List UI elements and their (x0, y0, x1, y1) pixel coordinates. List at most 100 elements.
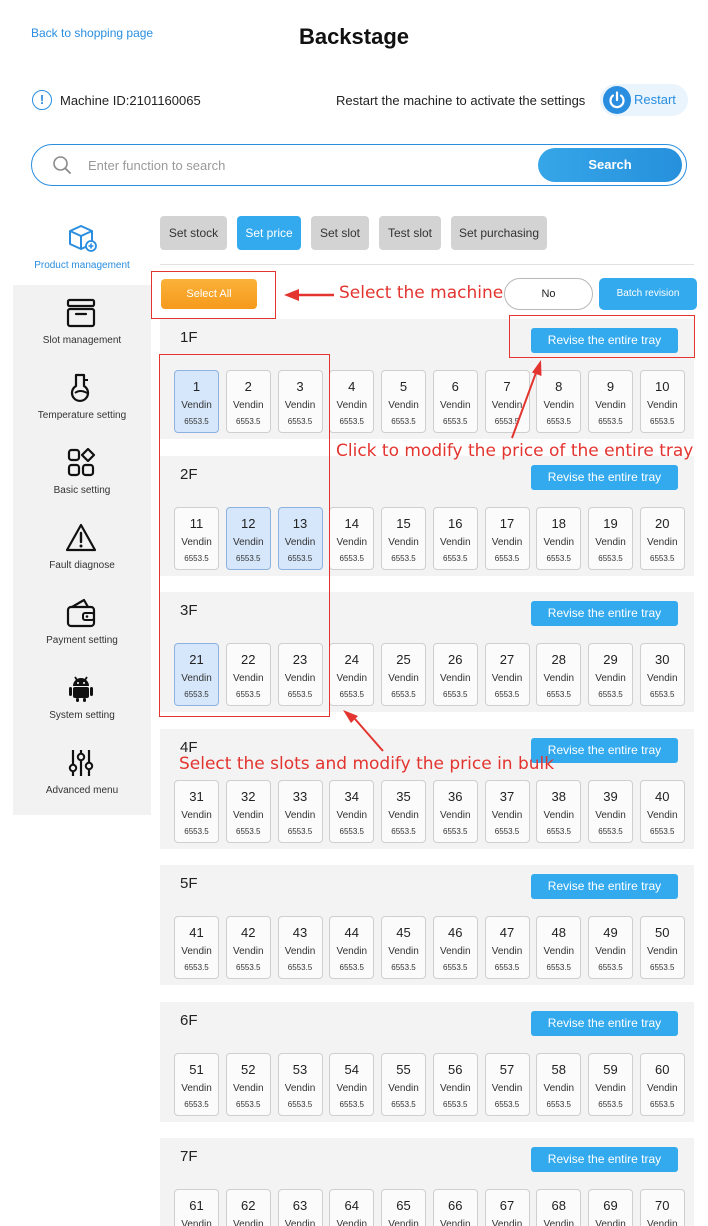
tab-set-price[interactable]: Set price (237, 216, 301, 250)
slot-card[interactable]: 64Vendin6553.5 (329, 1189, 375, 1226)
tray-label: 5F (180, 875, 198, 892)
slot-card[interactable]: 27 Vendin 6553.5 (484, 643, 530, 706)
search-button[interactable]: Search (538, 148, 682, 182)
slot-number: 14 (344, 515, 359, 531)
android-icon (64, 672, 98, 704)
slot-card[interactable]: 4 Vendin 6553.5 (329, 370, 375, 433)
search-input[interactable] (88, 154, 528, 176)
slot-card[interactable]: 63Vendin6553.5 (277, 1189, 323, 1226)
tab-test-slot[interactable]: Test slot (379, 216, 441, 250)
slot-price: 6553.5 (391, 963, 416, 972)
slot-card[interactable]: 56 Vendin 6553.5 (432, 1052, 478, 1116)
slot-price: 6553.5 (650, 553, 675, 563)
tab-set-stock[interactable]: Set stock (160, 216, 227, 250)
slot-card[interactable]: 35 Vendin 6553.5 (381, 779, 426, 843)
slot-price: 6553.5 (494, 826, 520, 836)
slot-card[interactable]: 7 Vendin 6553.5 (484, 370, 530, 433)
tab-set-purchasing[interactable]: Set purchasing (451, 216, 547, 250)
sidebar: Product management Slot management Tempe… (13, 210, 151, 815)
slot-card[interactable]: 20 Vendin 6553.5 (639, 506, 685, 570)
revise-entire-tray-button[interactable]: Revise the entire tray (531, 601, 678, 626)
slot-card[interactable]: 16 Vendin 6553.5 (432, 506, 478, 570)
slot-card[interactable]: 19 Vendin 6553.5 (588, 506, 633, 570)
slot-card[interactable]: 25 Vendin 6553.5 (381, 643, 426, 706)
slot-card[interactable]: 8 Vendin 6553.5 (536, 370, 582, 433)
slot-card[interactable]: 65Vendin6553.5 (381, 1189, 426, 1226)
slot-price: 6553.5 (391, 826, 416, 836)
slot-card[interactable]: 67Vendin6553.5 (484, 1189, 530, 1226)
slot-card[interactable]: 33 Vendin 6553.5 (277, 779, 323, 843)
slot-card[interactable]: 17 Vendin 6553.5 (484, 506, 530, 570)
sidebar-item-payment-setting[interactable]: Payment setting (13, 585, 151, 660)
slot-card[interactable]: 48 Vendin 6553.5 (536, 916, 582, 979)
sidebar-item-advanced-menu[interactable]: Advanced menu (13, 735, 151, 810)
revise-entire-tray-button[interactable]: Revise the entire tray (531, 464, 678, 490)
slot-card[interactable]: 62Vendin6553.5 (225, 1189, 271, 1226)
slot-card[interactable]: 50 Vendin 6553.5 (639, 916, 685, 979)
slot-card[interactable]: 31 Vendin 6553.5 (174, 779, 219, 843)
slot-card[interactable]: 39 Vendin 6553.5 (588, 779, 633, 843)
sidebar-item-product-management[interactable]: Product management (13, 210, 151, 285)
slot-card[interactable]: 54 Vendin 6553.5 (329, 1052, 375, 1116)
slot-card[interactable]: 26 Vendin 6553.5 (432, 643, 478, 706)
slot-card[interactable]: 70Vendin6553.5 (639, 1189, 685, 1226)
slot-card[interactable]: 49 Vendin 6553.5 (588, 916, 633, 979)
sidebar-item-temperature-setting[interactable]: Temperature setting (13, 360, 151, 435)
slot-card[interactable]: 28 Vendin 6553.5 (536, 643, 582, 706)
slot-card[interactable]: 10 Vendin 6553.5 (639, 370, 685, 433)
slot-card[interactable]: 68Vendin6553.5 (536, 1189, 582, 1226)
batch-revision-button[interactable]: Batch revision (599, 278, 697, 310)
slot-card[interactable]: 36 Vendin 6553.5 (432, 779, 478, 843)
slot-card[interactable]: 51 Vendin 6553.5 (174, 1052, 219, 1116)
slot-card[interactable]: 46 Vendin 6553.5 (432, 916, 478, 979)
sidebar-item-basic-setting[interactable]: Basic setting (13, 435, 151, 510)
slot-card[interactable]: 32 Vendin 6553.5 (225, 779, 271, 843)
slot-price: 6553.5 (391, 1099, 416, 1109)
tab-set-slot[interactable]: Set slot (311, 216, 369, 250)
restart-button[interactable]: Restart (600, 84, 688, 116)
slot-card[interactable]: 14 Vendin 6553.5 (329, 506, 375, 570)
slot-card[interactable]: 9 Vendin 6553.5 (588, 370, 633, 433)
slot-card[interactable]: 44 Vendin 6553.5 (329, 916, 375, 979)
revise-entire-tray-button[interactable]: Revise the entire tray (531, 1010, 678, 1036)
sidebar-item-system-setting[interactable]: System setting (13, 660, 151, 735)
slot-card[interactable]: 55 Vendin 6553.5 (381, 1052, 426, 1116)
slot-card[interactable]: 29 Vendin 6553.5 (588, 643, 633, 706)
slot-card[interactable]: 18 Vendin 6553.5 (536, 506, 582, 570)
slot-number: 34 (344, 788, 359, 804)
slot-card[interactable]: 45 Vendin 6553.5 (381, 916, 426, 979)
slot-card[interactable]: 69Vendin6553.5 (588, 1189, 633, 1226)
slot-card[interactable]: 59 Vendin 6553.5 (588, 1052, 633, 1116)
slot-card[interactable]: 15 Vendin 6553.5 (381, 506, 426, 570)
slot-card[interactable]: 57 Vendin 6553.5 (484, 1052, 530, 1116)
slot-card[interactable]: 5 Vendin 6553.5 (381, 370, 426, 433)
slot-card[interactable]: 6 Vendin 6553.5 (432, 370, 478, 433)
sidebar-item-fault-diagnose[interactable]: Fault diagnose (13, 510, 151, 585)
slot-card[interactable]: 42 Vendin 6553.5 (225, 916, 271, 979)
slot-card[interactable]: 30 Vendin 6553.5 (639, 643, 685, 706)
slot-card[interactable]: 58 Vendin 6553.5 (536, 1052, 582, 1116)
slot-card[interactable]: 60 Vendin 6553.5 (639, 1052, 685, 1116)
machine-select-no-button[interactable]: No (504, 278, 593, 310)
slot-card[interactable]: 34 Vendin 6553.5 (329, 779, 375, 843)
revise-entire-tray-button[interactable]: Revise the entire tray (531, 1147, 678, 1172)
slot-product-name: Vendin (284, 1082, 316, 1094)
slot-card[interactable]: 37 Vendin 6553.5 (484, 779, 530, 843)
slot-card[interactable]: 38 Vendin 6553.5 (536, 779, 582, 843)
slot-card[interactable]: 40 Vendin 6553.5 (639, 779, 685, 843)
slot-card[interactable]: 53 Vendin 6553.5 (277, 1052, 323, 1116)
slot-product-name: Vendin (646, 1219, 678, 1226)
slot-price: 6553.5 (236, 1099, 261, 1109)
slot-card[interactable]: 24 Vendin 6553.5 (329, 643, 375, 706)
slot-price: 6553.5 (236, 963, 261, 972)
slot-card[interactable]: 47 Vendin 6553.5 (484, 916, 530, 979)
slot-card[interactable]: 61Vendin6553.5 (174, 1189, 219, 1226)
slot-number: 25 (396, 652, 411, 667)
slot-card[interactable]: 66Vendin6553.5 (432, 1189, 478, 1226)
slot-number: 30 (655, 652, 670, 667)
revise-entire-tray-button[interactable]: Revise the entire tray (531, 874, 678, 899)
slot-card[interactable]: 52 Vendin 6553.5 (225, 1052, 271, 1116)
slot-card[interactable]: 41 Vendin 6553.5 (174, 916, 219, 979)
sidebar-item-slot-management[interactable]: Slot management (13, 285, 151, 360)
slot-card[interactable]: 43 Vendin 6553.5 (277, 916, 323, 979)
